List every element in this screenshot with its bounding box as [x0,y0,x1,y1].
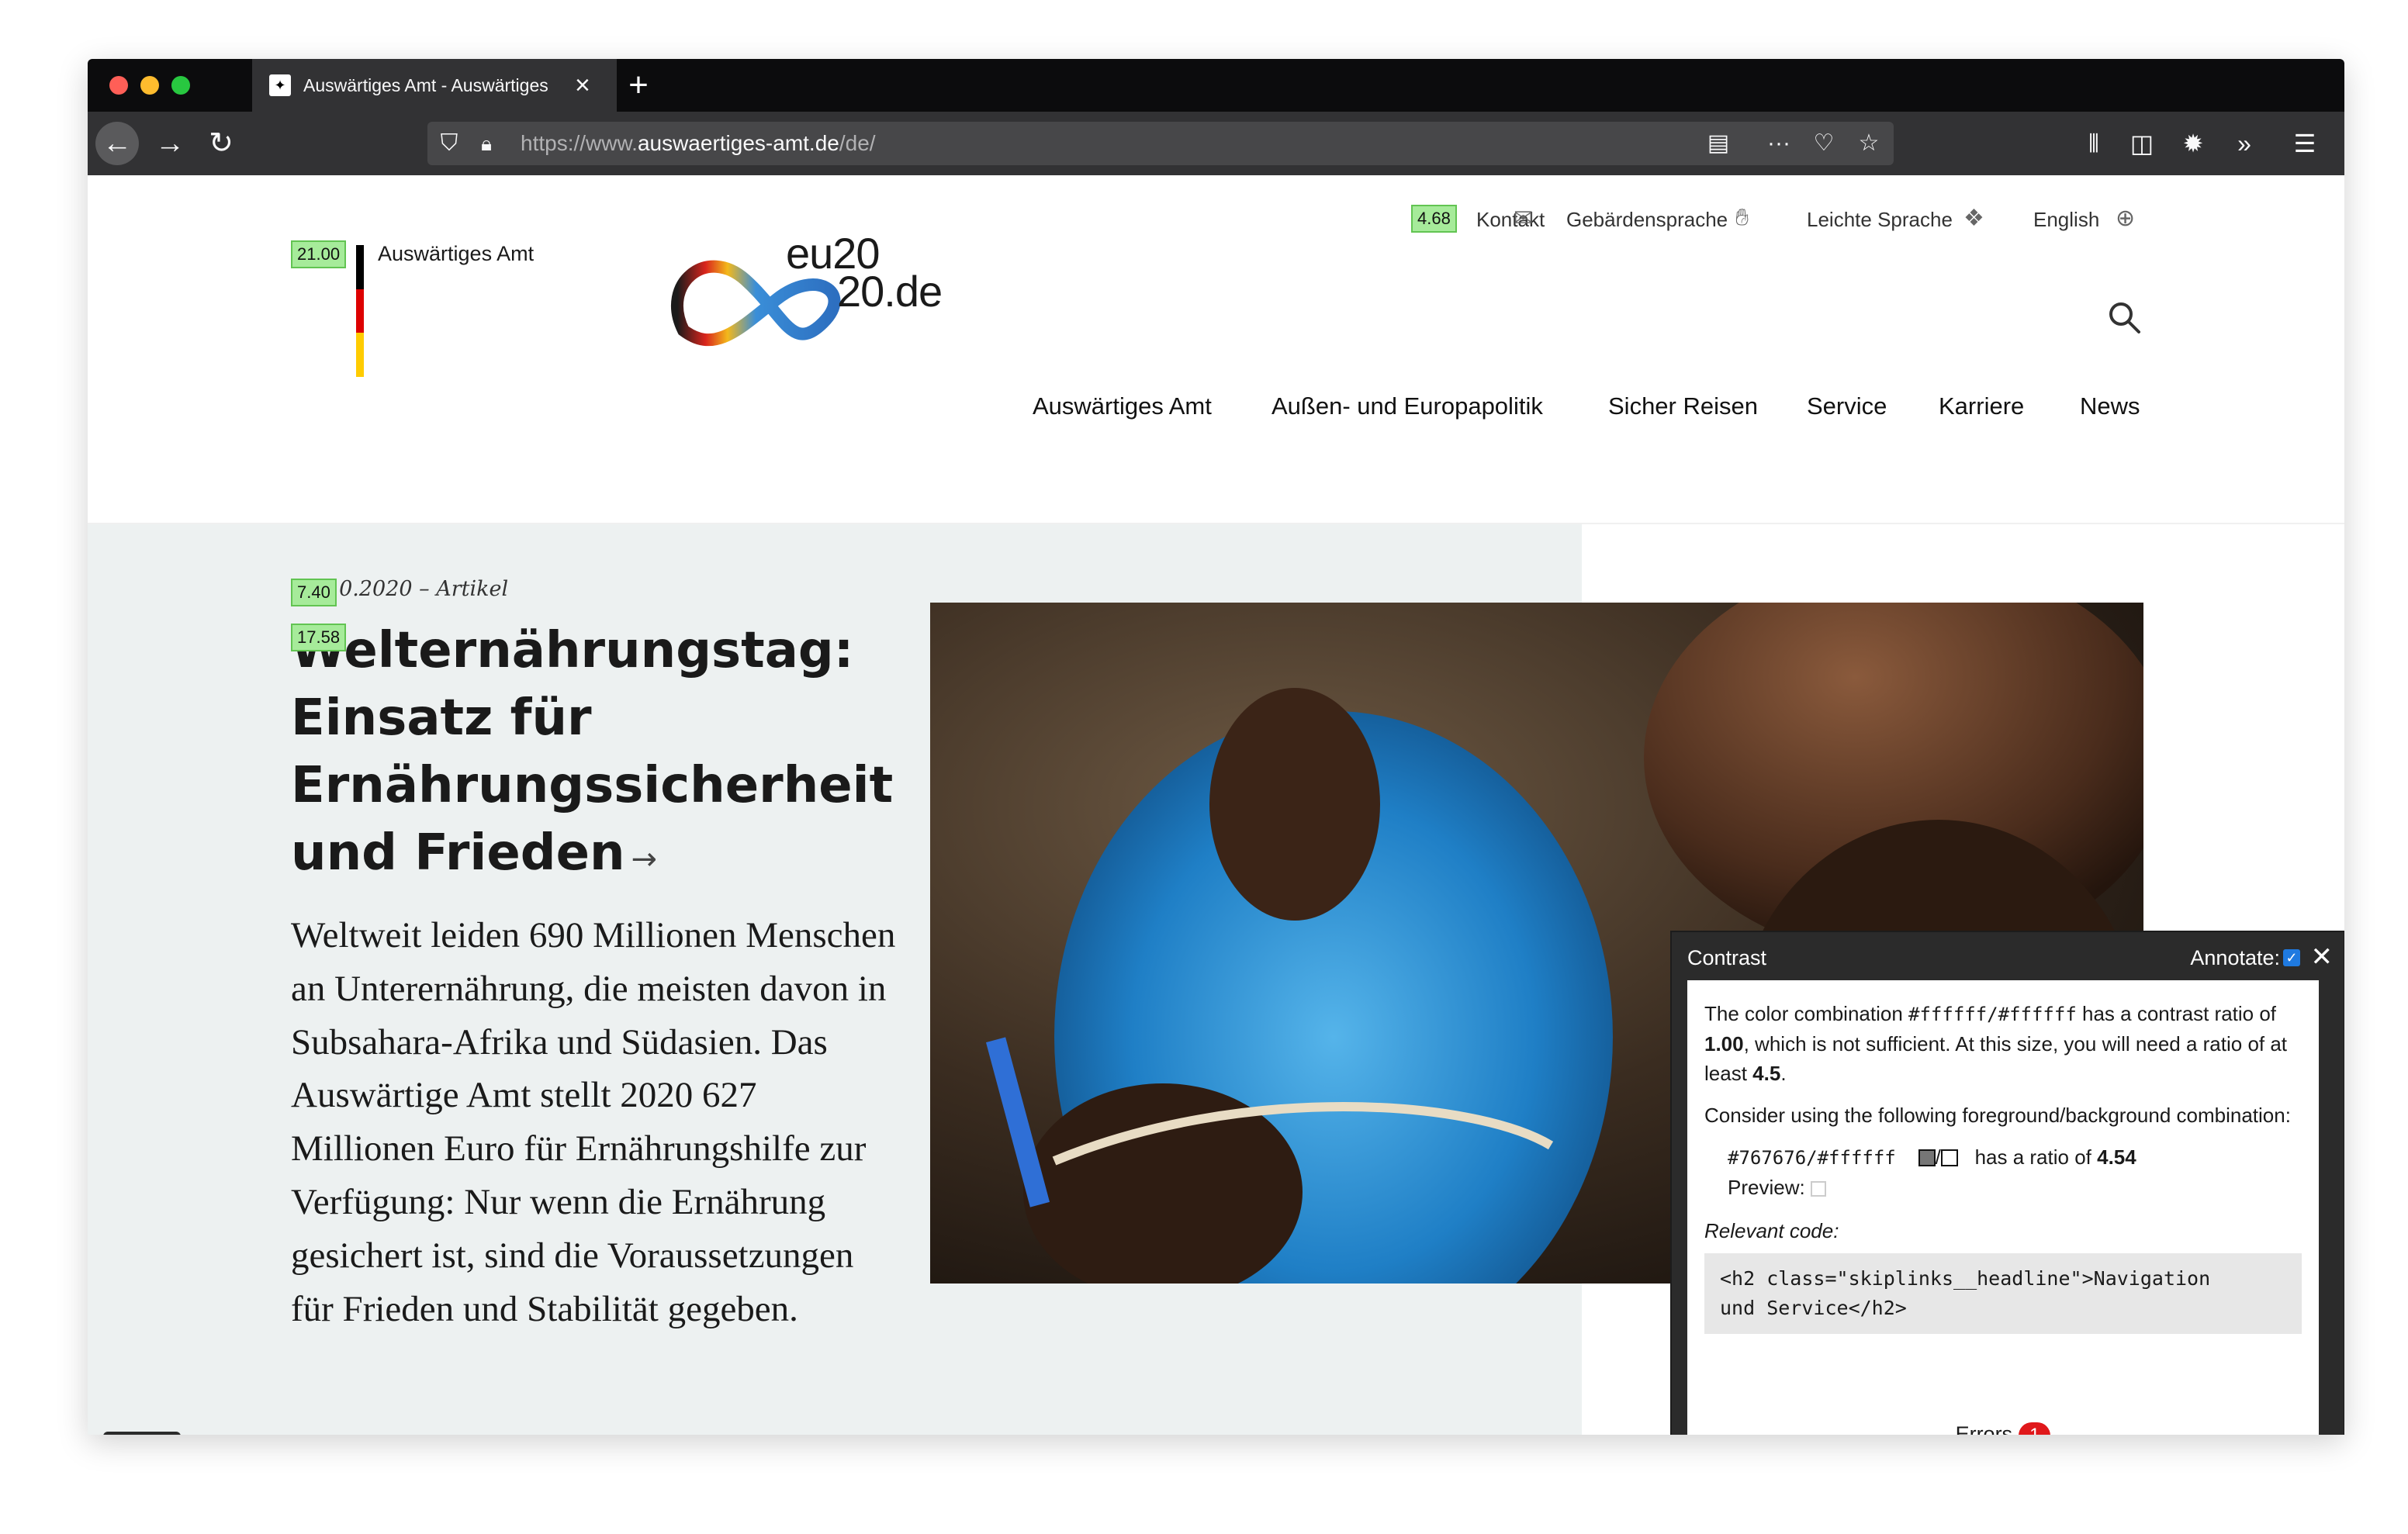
relevant-code-block: <h2 class="skiplinks__headline">Navigati… [1704,1253,2302,1334]
consider-text: Consider using the following foreground/… [1704,1104,2291,1127]
utility-link-sign-language[interactable]: Gebärdensprache [1566,208,1728,232]
bg-swatch [1940,1149,1958,1166]
shield-icon[interactable]: ⛉ [431,125,468,162]
article-lead: Weltweit leiden 690 Millionen Menschen a… [291,915,896,1329]
suggested-combo: #767676/#ffffff [1728,1147,1896,1169]
browser-window: ✦ Auswärtiges Amt - Auswärtiges × + ← → … [88,59,2344,1435]
contrast-panel-header: Contrast Annotate: ✓ ✕ [1672,932,2344,980]
nav-sicher-reisen[interactable]: Sicher Reisen [1608,392,1758,420]
contrast-badge-meta: 7.40 [291,579,337,607]
preview-checkbox[interactable] [1810,1181,1826,1197]
close-tab-icon[interactable]: × [575,72,590,98]
web-page: 21.00 Auswärtiges Amt eu20 20.de 4.68 Ko… [88,175,2344,1435]
search-icon[interactable] [2105,298,2143,337]
tab-active[interactable]: ✦ Auswärtiges Amt - Auswärtiges × [252,59,617,112]
lock-icon[interactable]: 🔒︎ [468,125,505,162]
accessibility-glasses-button[interactable] [103,1432,181,1435]
tab-bar: ✦ Auswärtiges Amt - Auswärtiges × + [88,59,2344,112]
nav-aussen-europapolitik[interactable]: Außen- und Europapolitik [1271,392,1543,420]
article-headline[interactable]: Welternährungstag: Einsatz für Ernährung… [291,617,893,893]
screenshot-canvas: ✦ Auswärtiges Amt - Auswärtiges × + ← → … [0,0,2408,1534]
close-icon[interactable]: ✕ [2311,941,2334,973]
reader-view-icon[interactable]: ▤ [1700,125,1737,162]
minimize-window-button[interactable] [140,76,159,95]
back-button[interactable]: ← [95,122,139,165]
annotate-checkbox[interactable]: ✓ [2283,949,2300,966]
utility-link-english[interactable]: English [2033,208,2099,232]
fg-swatch [1918,1149,1936,1166]
contrast-badge-headline: 17.58 [291,624,347,652]
panel-title: Contrast [1687,946,1767,969]
relevant-code-label: Relevant code: [1704,1219,1839,1242]
eu2020-wordmark[interactable]: eu20 20.de [786,231,943,313]
extension-gear-icon[interactable]: ✹ [2171,122,2215,165]
eagle-favicon-icon: ✦ [269,74,291,96]
maximize-window-button[interactable] [171,76,190,95]
utility-link-contact[interactable]: Kontakt [1476,208,1545,232]
easy-language-icon: ❖ [1963,206,1984,231]
forward-button[interactable]: → [148,122,192,165]
contrast-panel-body: The color combination #ffffff/#ffffff ha… [1687,980,2319,1435]
contrast-badge-brand: 21.00 [291,240,347,269]
sidebar-icon[interactable]: ◫ [2120,122,2164,165]
nav-news[interactable]: News [2080,392,2140,420]
close-window-button[interactable] [109,76,128,95]
arrow-right-icon: → [631,841,658,877]
overflow-chevrons-icon[interactable]: » [2223,122,2266,165]
navigation-toolbar: ← → ↻ ⛉ 🔒︎ https://www.auswaertiges-amt.… [88,112,2344,175]
annotate-label: Annotate: [2190,946,2280,969]
new-tab-button[interactable]: + [617,64,660,107]
mail-icon: ✉ [1514,206,1534,231]
contrast-badge-utility: 4.68 [1411,205,1457,233]
nav-service[interactable]: Service [1807,392,1887,420]
contrast-message: The color combination #ffffff/#ffffff ha… [1704,1002,2288,1085]
brand-name[interactable]: Auswärtiges Amt [378,242,534,266]
hand-icon: ✋︎ [1735,205,1749,230]
tab-title: Auswärtiges Amt - Auswärtiges [303,74,548,95]
library-icon[interactable]: ⫴ [2072,122,2116,165]
address-bar[interactable]: ⛉ 🔒︎ https://www.auswaertiges-amt.de/de/… [427,122,1894,165]
preview-row: Preview: [1704,1173,2302,1202]
contrast-panel: Contrast Annotate: ✓ ✕ The color combina… [1670,931,2344,1435]
errors-indicator[interactable]: Errors1 [1687,1419,2319,1435]
errors-count-badge: 1 [2019,1422,2051,1435]
url-text[interactable]: https://www.auswaertiges-amt.de/de/ [521,131,876,156]
pocket-icon[interactable]: ♡ [1805,125,1842,162]
nav-karriere[interactable]: Karriere [1939,392,2024,420]
bookmark-star-icon[interactable]: ☆ [1850,125,1887,162]
nav-auswaertiges-amt[interactable]: Auswärtiges Amt [1033,392,1212,420]
utility-link-easy-language[interactable]: Leichte Sprache [1807,208,1953,232]
reload-button[interactable]: ↻ [199,122,243,165]
menu-hamburger-icon[interactable]: ☰ [2283,122,2327,165]
suggestion-row: #767676/#ffffff / has a ratio of 4.54 [1728,1145,2136,1169]
globe-icon: ⊕ [2116,206,2136,231]
page-actions-icon[interactable]: ··· [1760,125,1797,162]
german-flag-bar [356,245,364,377]
